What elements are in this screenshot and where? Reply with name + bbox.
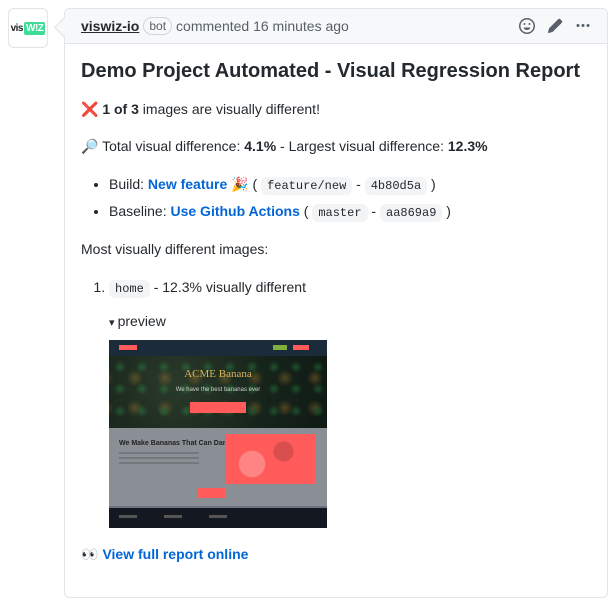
baseline-sha: aa869a9	[380, 204, 442, 222]
baseline-branch: master	[312, 204, 367, 222]
preview-image[interactable]: ACME Banana We have the best bananas eve…	[109, 340, 327, 528]
full-report-link[interactable]: View full report online	[102, 546, 248, 562]
comment-box: viswiz-io bot commented 16 minutes ago D…	[64, 8, 608, 598]
diff-count: 1 of 3	[102, 101, 139, 117]
eyes-icon: 👀	[81, 546, 98, 562]
image-name: home	[109, 280, 150, 298]
build-sha: 4b80d5a	[365, 177, 427, 195]
build-branch: feature/new	[261, 177, 352, 195]
avatar[interactable]: visW!Z	[8, 8, 48, 48]
reaction-icon[interactable]	[519, 18, 535, 34]
magnifier-icon: 🔎	[81, 138, 98, 154]
largest-pct: 12.3%	[448, 138, 488, 154]
baseline-link[interactable]: Use Github Actions	[170, 203, 299, 219]
total-pct: 4.1%	[244, 138, 276, 154]
image-diff-text: - 12.3% visually different	[150, 279, 306, 295]
totals-line: 🔎 Total visual difference: 4.1% - Larges…	[81, 136, 591, 157]
list-item: home - 12.3% visually different preview …	[109, 276, 591, 528]
build-link[interactable]: New feature	[148, 176, 227, 192]
summary-line: ❌ 1 of 3 images are visually different!	[81, 99, 591, 120]
cross-icon: ❌	[81, 101, 98, 117]
timestamp[interactable]: 16 minutes ago	[253, 18, 349, 34]
preview-disclosure[interactable]: preview ACME Banana We have the best ban…	[109, 308, 591, 529]
comment-body: Demo Project Automated - Visual Regressi…	[65, 44, 607, 597]
kebab-icon[interactable]	[575, 18, 591, 34]
party-icon: 🎉	[231, 176, 248, 192]
preview-summary[interactable]: preview	[109, 308, 591, 335]
edit-icon[interactable]	[547, 18, 563, 34]
comment-action: commented	[176, 18, 249, 34]
report-title: Demo Project Automated - Visual Regressi…	[81, 60, 591, 83]
bot-badge: bot	[143, 17, 172, 35]
comment-header: viswiz-io bot commented 16 minutes ago	[65, 9, 607, 44]
author-link[interactable]: viswiz-io	[81, 18, 139, 34]
build-line: Build: New feature 🎉 ( feature/new - 4b8…	[109, 173, 591, 196]
most-diff-heading: Most visually different images:	[81, 239, 591, 260]
baseline-line: Baseline: Use Github Actions ( master - …	[109, 200, 591, 223]
